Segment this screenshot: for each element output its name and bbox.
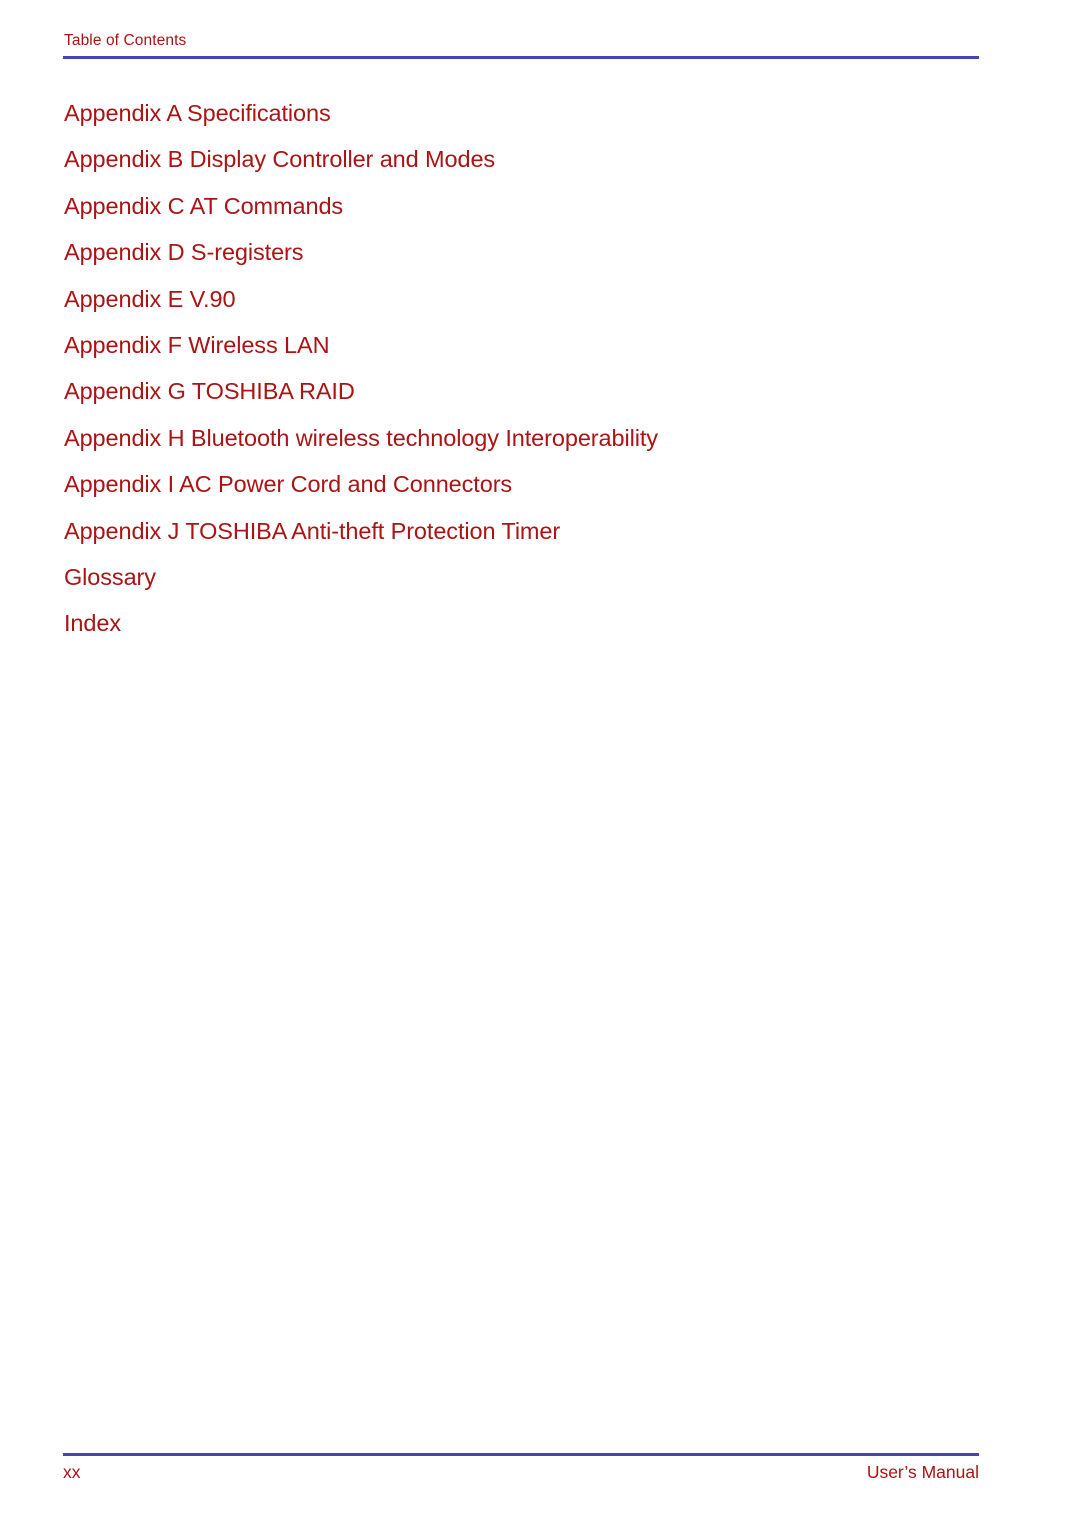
page-footer: xx User’s Manual [63,1461,979,1483]
toc-entry[interactable]: Appendix J TOSHIBA Anti-theft Protection… [64,508,984,554]
toc-entry[interactable]: Appendix I AC Power Cord and Connectors [64,461,984,507]
footer-divider-rule [63,1453,979,1456]
toc-entry[interactable]: Appendix G TOSHIBA RAID [64,368,984,414]
footer-page-number: xx [63,1462,81,1482]
toc-entry[interactable]: Appendix F Wireless LAN [64,322,984,368]
running-header: Table of Contents [64,31,979,50]
header-divider-rule [63,56,979,59]
toc-entry[interactable]: Index [64,600,984,646]
toc-entry[interactable]: Glossary [64,554,984,600]
toc-entry[interactable]: Appendix E V.90 [64,276,984,322]
toc-entry[interactable]: Appendix H Bluetooth wireless technology… [64,415,984,461]
running-header-title: Table of Contents [64,32,187,49]
toc-entry[interactable]: Appendix B Display Controller and Modes [64,136,984,182]
footer-document-title: User’s Manual [866,1462,979,1482]
toc-entry[interactable]: Appendix A Specifications [64,90,984,136]
toc-entry[interactable]: Appendix C AT Commands [64,183,984,229]
toc-entry[interactable]: Appendix D S-registers [64,229,984,275]
table-of-contents-list: Appendix A Specifications Appendix B Dis… [64,90,984,647]
document-page: Table of Contents Appendix A Specificati… [0,0,1080,1529]
